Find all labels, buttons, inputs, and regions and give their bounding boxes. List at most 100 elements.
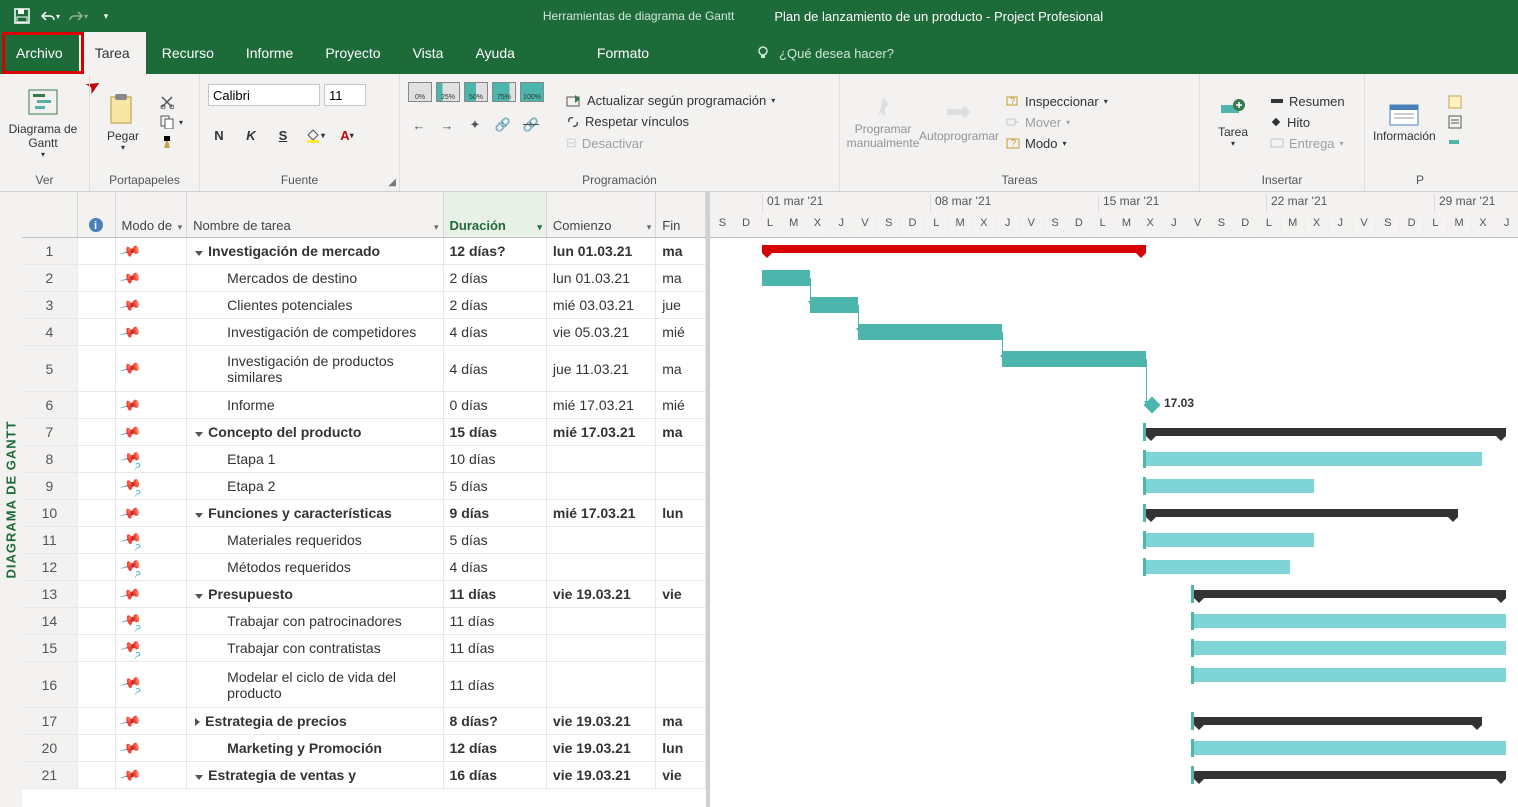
cell-task-name[interactable]: Mercados de destino — [187, 265, 443, 291]
gantt-bar-task[interactable] — [762, 270, 810, 286]
copy-button[interactable]: ▾ — [154, 113, 189, 131]
insert-summary-button[interactable]: Resumen — [1264, 92, 1351, 111]
cell-finish[interactable]: ma — [656, 708, 706, 734]
collapse-toggle-icon[interactable] — [195, 594, 203, 599]
collapse-toggle-icon[interactable] — [195, 775, 203, 780]
cell-finish[interactable] — [656, 608, 706, 634]
cell-start[interactable]: mié 17.03.21 — [547, 392, 656, 418]
pct-0-button[interactable]: 0% — [408, 82, 432, 102]
table-row[interactable]: 8📌Etapa 110 días — [22, 446, 706, 473]
gantt-bar-manual[interactable] — [1146, 479, 1314, 493]
col-header-row[interactable] — [22, 192, 78, 237]
undo-icon[interactable]: ▾ — [38, 4, 62, 28]
cell-mode[interactable]: 📌 — [116, 292, 188, 318]
cell-finish[interactable] — [656, 446, 706, 472]
font-size-select[interactable] — [324, 84, 366, 106]
cell-duration[interactable]: 9 días — [444, 500, 547, 526]
cell-info[interactable] — [78, 735, 116, 761]
row-number[interactable]: 20 — [22, 735, 78, 761]
gantt-bar-manual[interactable] — [1194, 614, 1506, 628]
gantt-row[interactable] — [710, 238, 1518, 265]
gantt-row[interactable]: 17.03 — [710, 392, 1518, 419]
cell-mode[interactable]: 📌 — [116, 608, 188, 634]
cell-mode[interactable]: 📌 — [116, 265, 188, 291]
cell-task-name[interactable]: Funciones y características — [187, 500, 443, 526]
schedule-manually-button[interactable]: Programar manualmente — [848, 78, 918, 166]
cell-start[interactable] — [547, 608, 656, 634]
gantt-bar-manual[interactable] — [1194, 668, 1506, 682]
cell-start[interactable] — [547, 527, 656, 553]
cell-start[interactable] — [547, 473, 656, 499]
gantt-bar-manual[interactable] — [1146, 560, 1290, 574]
cell-duration[interactable]: 4 días — [444, 554, 547, 580]
inspect-button[interactable]: ?Inspeccionar ▾ — [1000, 92, 1114, 111]
cell-task-name[interactable]: Trabajar con patrocinadores — [187, 608, 443, 634]
gantt-row[interactable] — [710, 346, 1518, 392]
collapse-toggle-icon[interactable] — [195, 432, 203, 437]
cell-finish[interactable]: mié — [656, 319, 706, 345]
cell-mode[interactable]: 📌 — [116, 319, 188, 345]
tab-project[interactable]: Proyecto — [309, 32, 396, 74]
split-button[interactable]: ✦ — [464, 114, 486, 136]
gantt-row[interactable] — [710, 527, 1518, 554]
gantt-chart[interactable]: 01 mar '2108 mar '2115 mar '2122 mar '21… — [710, 192, 1518, 807]
cell-info[interactable] — [78, 292, 116, 318]
cell-duration[interactable]: 11 días — [444, 581, 547, 607]
cell-task-name[interactable]: Materiales requeridos — [187, 527, 443, 553]
cell-start[interactable] — [547, 662, 656, 707]
gantt-row[interactable] — [710, 708, 1518, 735]
cell-info[interactable] — [78, 346, 116, 391]
table-row[interactable]: 2📌Mercados de destino2 díaslun 01.03.21m… — [22, 265, 706, 292]
gantt-bar-manual[interactable] — [1146, 533, 1314, 547]
cell-finish[interactable] — [656, 635, 706, 661]
row-number[interactable]: 6 — [22, 392, 78, 418]
information-button[interactable]: Información — [1373, 78, 1436, 166]
cell-start[interactable]: vie 19.03.21 — [547, 581, 656, 607]
cell-finish[interactable]: lun — [656, 500, 706, 526]
gantt-row[interactable] — [710, 581, 1518, 608]
gantt-bar-summary[interactable] — [1194, 590, 1506, 598]
cell-task-name[interactable]: Métodos requeridos — [187, 554, 443, 580]
cell-duration[interactable]: 2 días — [444, 265, 547, 291]
cell-duration[interactable]: 16 días — [444, 762, 547, 788]
col-header-start[interactable]: Comienzo▾ — [547, 192, 656, 237]
insert-task-button[interactable]: Tarea ▾ — [1208, 78, 1258, 166]
cell-start[interactable]: vie 05.03.21 — [547, 319, 656, 345]
row-number[interactable]: 17 — [22, 708, 78, 734]
table-row[interactable]: 11📌Materiales requeridos5 días — [22, 527, 706, 554]
cell-mode[interactable]: 📌 — [116, 527, 188, 553]
cell-start[interactable]: mié 17.03.21 — [547, 419, 656, 445]
cell-finish[interactable]: ma — [656, 419, 706, 445]
pct-75-button[interactable]: 75% — [492, 82, 516, 102]
cell-duration[interactable]: 15 días — [444, 419, 547, 445]
cell-finish[interactable]: ma — [656, 265, 706, 291]
cell-mode[interactable]: 📌 — [116, 500, 188, 526]
cell-duration[interactable]: 4 días — [444, 346, 547, 391]
gantt-row[interactable] — [710, 662, 1518, 708]
redo-icon[interactable]: ▾ — [66, 4, 90, 28]
timeline-button[interactable] — [1442, 133, 1468, 151]
cell-info[interactable] — [78, 762, 116, 788]
table-row[interactable]: 17📌Estrategia de precios8 días?vie 19.03… — [22, 708, 706, 735]
cell-start[interactable]: vie 19.03.21 — [547, 708, 656, 734]
gantt-bar-manual[interactable] — [1194, 741, 1506, 755]
row-number[interactable]: 5 — [22, 346, 78, 391]
gantt-bar-task[interactable] — [858, 324, 1002, 340]
gantt-row[interactable] — [710, 419, 1518, 446]
row-number[interactable]: 14 — [22, 608, 78, 634]
table-row[interactable]: 15📌Trabajar con contratistas11 días — [22, 635, 706, 662]
move-button[interactable]: Mover ▾ — [1000, 113, 1114, 132]
cell-duration[interactable]: 0 días — [444, 392, 547, 418]
tab-format[interactable]: Formato — [581, 32, 665, 74]
insert-deliverable-button[interactable]: Entrega ▾ — [1264, 134, 1351, 153]
qat-customize-icon[interactable]: ▾ — [94, 4, 118, 28]
cell-info[interactable] — [78, 708, 116, 734]
cell-mode[interactable]: 📌 — [116, 419, 188, 445]
cell-task-name[interactable]: Investigación de mercado — [187, 238, 443, 264]
cell-start[interactable]: jue 11.03.21 — [547, 346, 656, 391]
gantt-bar-summary[interactable] — [1194, 771, 1506, 779]
cell-task-name[interactable]: Investigación de competidores — [187, 319, 443, 345]
cell-info[interactable] — [78, 319, 116, 345]
cell-info[interactable] — [78, 500, 116, 526]
cell-start[interactable] — [547, 446, 656, 472]
